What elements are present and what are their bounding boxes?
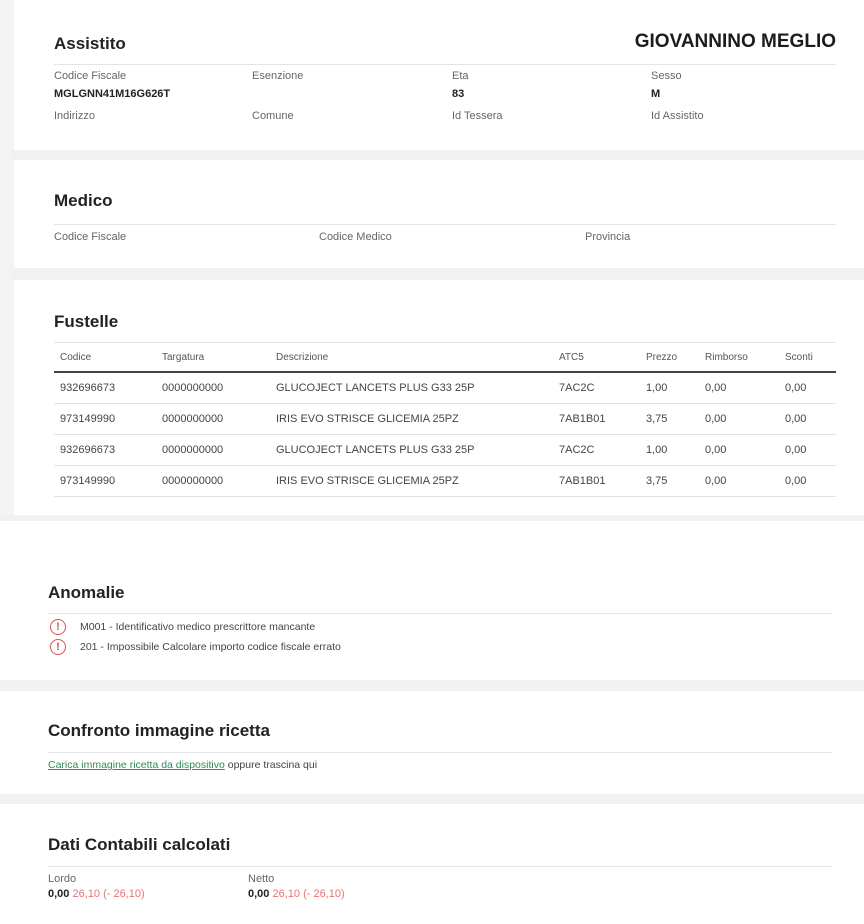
table-header-row: Codice Targatura Descrizione ATC5 Prezzo… [54,343,836,373]
table-row: 973149990 0000000000 IRIS EVO STRISCE GL… [54,403,836,435]
lordo-label: Lordo [48,873,77,885]
table-row: 932696673 0000000000 GLUCOJECT LANCETS P… [54,434,836,466]
cell-atc5: 7AB1B01 [553,465,640,497]
warning-icon: ! [50,639,66,655]
confronto-title: Confronto immagine ricetta [48,721,270,740]
codice-fiscale-value: MGLGNN41M16G626T [54,88,171,100]
left-gutter [0,0,14,520]
upload-hint: oppure trascina qui [224,759,318,771]
id-assistito-label: Id Assistito [651,110,704,122]
section-separator [0,515,864,521]
table-row: 973149990 0000000000 IRIS EVO STRISCE GL… [54,465,836,497]
fustelle-table: Codice Targatura Descrizione ATC5 Prezzo… [54,343,836,497]
anomaly-text: 201 - Impossibile Calcolare importo codi… [80,641,341,653]
divider [48,866,832,867]
cell-prezzo: 3,75 [640,403,699,435]
assistito-title: Assistito [54,34,126,53]
cell-rimborso: 0,00 [699,372,779,404]
table-row: 932696673 0000000000 GLUCOJECT LANCETS P… [54,372,836,404]
cell-prezzo: 3,75 [640,465,699,497]
netto-diff: 26,10 (- 26,10) [272,888,345,900]
eta-value: 83 [452,88,465,100]
indirizzo-label: Indirizzo [54,110,95,122]
section-separator [0,680,864,691]
anomalie-title: Anomalie [48,583,125,602]
esenzione-label: Esenzione [252,70,304,82]
section-separator [10,268,864,280]
cell-sconti: 0,00 [779,465,836,497]
upload-dropzone[interactable]: Carica immagine ricetta da dispositivo o… [48,759,317,771]
col-sconti: Sconti [779,343,836,373]
section-separator [0,794,864,804]
cell-descrizione: IRIS EVO STRISCE GLICEMIA 25PZ [270,465,553,497]
cell-codice: 973149990 [54,465,156,497]
sesso-value: M [651,88,661,100]
cell-prezzo: 1,00 [640,434,699,466]
provincia-label: Provincia [585,231,631,243]
divider [54,64,836,65]
netto-amount: 0,00 26,10 (- 26,10) [248,888,345,900]
col-descrizione: Descrizione [270,343,553,373]
anomaly-item: ! 201 - Impossibile Calcolare importo co… [50,639,341,655]
cell-codice: 932696673 [54,434,156,466]
cell-descrizione: IRIS EVO STRISCE GLICEMIA 25PZ [270,403,553,435]
cell-atc5: 7AC2C [553,434,640,466]
codice-fiscale-label: Codice Fiscale [54,70,127,82]
col-codice: Codice [54,343,156,373]
cell-sconti: 0,00 [779,403,836,435]
upload-link[interactable]: Carica immagine ricetta da dispositivo [48,759,225,771]
divider [48,613,832,614]
lordo-diff: 26,10 (- 26,10) [72,888,145,900]
section-separator [10,150,864,160]
col-atc5: ATC5 [553,343,640,373]
col-prezzo: Prezzo [640,343,699,373]
lordo-value: 0,00 [48,888,70,900]
comune-label: Comune [252,110,294,122]
lordo-amount: 0,00 26,10 (- 26,10) [48,888,145,900]
cell-descrizione: GLUCOJECT LANCETS PLUS G33 25P [270,372,553,404]
warning-icon: ! [50,619,66,635]
cell-sconti: 0,00 [779,434,836,466]
medico-codice-fiscale-label: Codice Fiscale [54,231,127,243]
cell-descrizione: GLUCOJECT LANCETS PLUS G33 25P [270,434,553,466]
cell-rimborso: 0,00 [699,434,779,466]
cell-targatura: 0000000000 [156,465,270,497]
eta-label: Eta [452,70,469,82]
cell-targatura: 0000000000 [156,434,270,466]
anomaly-item: ! M001 - Identificativo medico prescritt… [50,619,315,635]
sesso-label: Sesso [651,70,682,82]
cell-codice: 973149990 [54,403,156,435]
netto-label: Netto [248,873,275,885]
patient-name: GIOVANNINO MEGLIO [634,31,836,52]
cell-rimborso: 0,00 [699,403,779,435]
id-tessera-label: Id Tessera [452,110,503,122]
col-targatura: Targatura [156,343,270,373]
cell-sconti: 0,00 [779,372,836,404]
col-rimborso: Rimborso [699,343,779,373]
netto-value: 0,00 [248,888,270,900]
medico-title: Medico [54,191,113,210]
cell-atc5: 7AC2C [553,372,640,404]
divider [54,224,836,225]
cell-targatura: 0000000000 [156,403,270,435]
cell-codice: 932696673 [54,372,156,404]
cell-rimborso: 0,00 [699,465,779,497]
fustelle-title: Fustelle [54,312,119,331]
cell-prezzo: 1,00 [640,372,699,404]
cell-targatura: 0000000000 [156,372,270,404]
codice-medico-label: Codice Medico [319,231,392,243]
contabili-title: Dati Contabili calcolati [48,835,231,854]
divider [48,752,832,753]
anomaly-text: M001 - Identificativo medico prescrittor… [80,621,316,633]
cell-atc5: 7AB1B01 [553,403,640,435]
